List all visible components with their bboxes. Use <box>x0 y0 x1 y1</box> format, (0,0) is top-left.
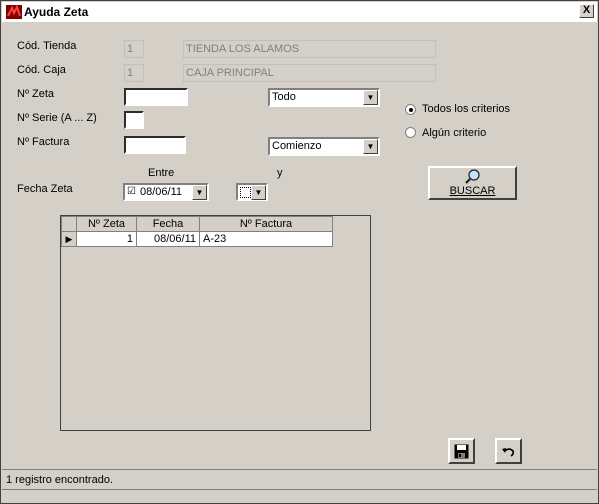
undo-icon <box>502 448 515 457</box>
save-button[interactable] <box>448 438 475 464</box>
zeta-match-value: Todo <box>272 91 296 103</box>
radio-todos[interactable] <box>405 104 416 115</box>
help-window: Ayuda Zeta X Cód. Tienda 1 TIENDA LOS AL… <box>0 0 599 504</box>
caja-code-field: 1 <box>124 64 144 82</box>
status-bar: 1 registro encontrado. <box>2 469 597 490</box>
table-row[interactable]: ▶ 1 08/06/11 A-23 <box>61 231 333 247</box>
cell-factura[interactable]: A-23 <box>199 231 333 247</box>
factura-input[interactable] <box>124 136 186 154</box>
caja-label: Cód. Caja <box>17 64 66 76</box>
col-header-factura[interactable]: Nº Factura <box>199 216 333 232</box>
zeta-match-select[interactable]: Todo ▼ <box>268 88 380 107</box>
row-selector-header <box>61 216 77 232</box>
results-table: Nº Zeta Fecha Nº Factura ▶ 1 08/06/11 A-… <box>61 216 333 247</box>
radio-alguno-label: Algún criterio <box>422 127 487 139</box>
floppy-disk-icon <box>454 444 469 459</box>
radio-alguno[interactable] <box>405 127 416 138</box>
chevron-down-icon[interactable]: ▼ <box>192 185 207 200</box>
chevron-down-icon[interactable]: ▼ <box>251 185 266 200</box>
status-text: 1 registro encontrado. <box>6 474 114 486</box>
search-icon <box>465 169 480 184</box>
tienda-label: Cód. Tienda <box>17 40 77 52</box>
row-selector[interactable]: ▶ <box>61 231 77 247</box>
chevron-down-icon[interactable]: ▼ <box>363 139 378 154</box>
col-header-zeta[interactable]: Nº Zeta <box>76 216 137 232</box>
serie-input[interactable] <box>124 111 144 129</box>
zeta-label: Nº Zeta <box>17 88 55 100</box>
app-icon <box>6 5 22 19</box>
undo-button[interactable] <box>495 438 522 464</box>
tienda-name-field: TIENDA LOS ALAMOS <box>183 40 436 58</box>
table-header-row: Nº Zeta Fecha Nº Factura <box>61 216 333 232</box>
fecha-desde-checkbox[interactable]: ☑ <box>127 186 136 197</box>
close-icon: X <box>582 4 591 16</box>
fecha-hasta-checkbox[interactable] <box>240 187 251 198</box>
factura-label: Nº Factura <box>17 136 70 148</box>
y-label: y <box>277 167 283 179</box>
fecha-desde-picker[interactable]: ☑ 08/06/11 ▼ <box>123 183 209 201</box>
zeta-input[interactable] <box>124 88 188 106</box>
current-row-icon: ▶ <box>65 234 73 244</box>
caja-name-field: CAJA PRINCIPAL <box>183 64 436 82</box>
fecha-desde-value: 08/06/11 <box>140 186 183 198</box>
fecha-hasta-picker[interactable]: ▼ <box>236 183 268 201</box>
close-button[interactable]: X <box>579 4 594 18</box>
results-grid[interactable]: Nº Zeta Fecha Nº Factura ▶ 1 08/06/11 A-… <box>60 215 371 431</box>
fecha-label: Fecha Zeta <box>17 183 73 195</box>
cell-zeta[interactable]: 1 <box>76 231 137 247</box>
search-button-label: BUSCAR <box>449 185 496 197</box>
factura-match-value: Comienzo <box>272 140 322 152</box>
chevron-down-icon[interactable]: ▼ <box>363 90 378 105</box>
radio-todos-label: Todos los criterios <box>422 103 511 115</box>
window-title: Ayuda Zeta <box>24 5 89 19</box>
serie-label: Nº Serie (A ... Z) <box>17 112 97 124</box>
search-button[interactable]: BUSCAR <box>428 166 517 200</box>
entre-label: Entre <box>148 167 175 179</box>
status-divider <box>2 489 597 490</box>
title-bar: Ayuda Zeta X <box>2 2 597 22</box>
cell-fecha[interactable]: 08/06/11 <box>136 231 200 247</box>
col-header-fecha[interactable]: Fecha <box>136 216 200 232</box>
tienda-code-field: 1 <box>124 40 144 58</box>
factura-match-select[interactable]: Comienzo ▼ <box>268 137 380 156</box>
